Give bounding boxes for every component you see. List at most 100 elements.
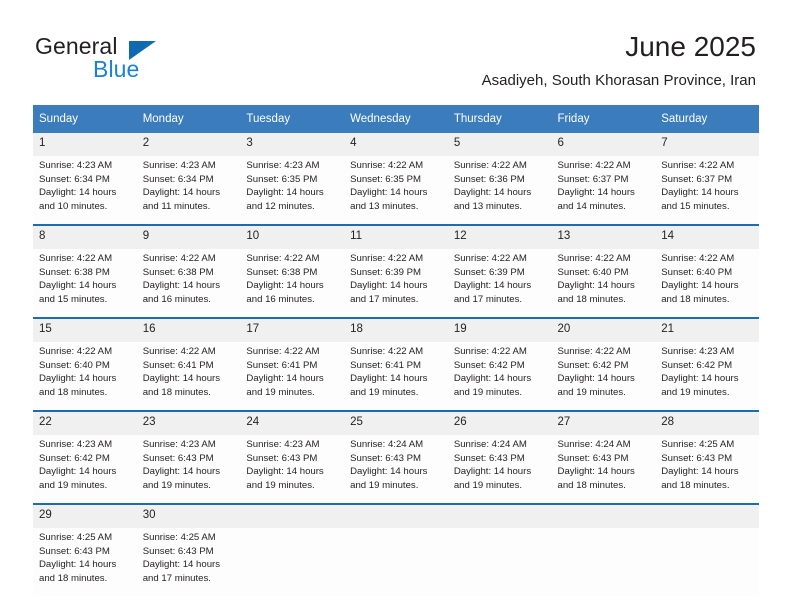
day-cell[interactable]: Sunrise: 4:22 AM Sunset: 6:37 PM Dayligh…: [551, 156, 656, 224]
day-number[interactable]: 22: [33, 412, 137, 435]
day-cell[interactable]: Sunrise: 4:22 AM Sunset: 6:40 PM Dayligh…: [655, 249, 759, 317]
title-block: June 2025 Asadiyeh, South Khorasan Provi…: [482, 30, 756, 90]
day-number[interactable]: 9: [136, 226, 241, 249]
day-number[interactable]: 24: [240, 412, 345, 435]
day-cell[interactable]: Sunrise: 4:22 AM Sunset: 6:41 PM Dayligh…: [136, 342, 241, 410]
day-cell[interactable]: Sunrise: 4:22 AM Sunset: 6:39 PM Dayligh…: [344, 249, 448, 317]
daylight-text-line1: Daylight: 14 hours: [246, 187, 324, 199]
daylight-text-line2: and 10 minutes.: [39, 200, 108, 212]
day-number[interactable]: 14: [655, 226, 759, 249]
daylight-text-line2: and 15 minutes.: [39, 293, 108, 305]
day-cell[interactable]: Sunrise: 4:23 AM Sunset: 6:35 PM Dayligh…: [240, 156, 345, 224]
daylight-text-line1: Daylight: 14 hours: [557, 466, 635, 478]
day-cell[interactable]: Sunrise: 4:22 AM Sunset: 6:37 PM Dayligh…: [655, 156, 759, 224]
daylight-text-line1: Daylight: 14 hours: [39, 466, 117, 478]
sunset-text: Sunset: 6:35 PM: [350, 173, 422, 185]
day-number[interactable]: 11: [344, 226, 448, 249]
day-cell[interactable]: Sunrise: 4:24 AM Sunset: 6:43 PM Dayligh…: [551, 435, 656, 503]
sunset-text: Sunset: 6:43 PM: [453, 452, 525, 464]
day-cell[interactable]: Sunrise: 4:25 AM Sunset: 6:43 PM Dayligh…: [655, 435, 759, 503]
day-number[interactable]: 25: [344, 412, 448, 435]
daylight-text-line2: and 13 minutes.: [453, 200, 523, 212]
daylight-text-line2: and 16 minutes.: [246, 293, 315, 305]
day-number[interactable]: 21: [655, 319, 759, 342]
day-cell[interactable]: Sunrise: 4:22 AM Sunset: 6:39 PM Dayligh…: [447, 249, 552, 317]
week-4-detail-row: Sunrise: 4:23 AM Sunset: 6:42 PM Dayligh…: [33, 435, 759, 503]
sunrise-text: Sunrise: 4:23 AM: [142, 439, 216, 450]
day-cell[interactable]: Sunrise: 4:22 AM Sunset: 6:38 PM Dayligh…: [33, 249, 137, 317]
day-number[interactable]: 2: [136, 133, 241, 156]
daylight-text-line1: Daylight: 14 hours: [246, 373, 324, 385]
day-cell[interactable]: Sunrise: 4:23 AM Sunset: 6:34 PM Dayligh…: [33, 156, 137, 224]
day-cell[interactable]: Sunrise: 4:22 AM Sunset: 6:40 PM Dayligh…: [33, 342, 137, 410]
weekday-header-tuesday: Tuesday: [240, 105, 345, 133]
day-number[interactable]: 18: [344, 319, 448, 342]
day-cell[interactable]: Sunrise: 4:22 AM Sunset: 6:38 PM Dayligh…: [136, 249, 241, 317]
sunset-text: Sunset: 6:37 PM: [557, 173, 629, 185]
day-cell[interactable]: Sunrise: 4:24 AM Sunset: 6:43 PM Dayligh…: [447, 435, 552, 503]
day-cell[interactable]: Sunrise: 4:23 AM Sunset: 6:42 PM Dayligh…: [33, 435, 137, 503]
day-number[interactable]: 28: [655, 412, 759, 435]
sunrise-text: Sunrise: 4:22 AM: [453, 160, 527, 171]
daylight-text-line1: Daylight: 14 hours: [557, 373, 635, 385]
day-number[interactable]: 29: [33, 505, 137, 528]
day-number[interactable]: 16: [136, 319, 241, 342]
day-cell[interactable]: Sunrise: 4:22 AM Sunset: 6:42 PM Dayligh…: [447, 342, 552, 410]
day-number[interactable]: 17: [240, 319, 345, 342]
day-number[interactable]: 7: [655, 133, 759, 156]
day-number[interactable]: 6: [551, 133, 656, 156]
sunrise-text: Sunrise: 4:22 AM: [246, 346, 320, 357]
day-cell[interactable]: Sunrise: 4:23 AM Sunset: 6:42 PM Dayligh…: [655, 342, 759, 410]
day-cell[interactable]: Sunrise: 4:25 AM Sunset: 6:43 PM Dayligh…: [33, 528, 137, 596]
day-cell[interactable]: Sunrise: 4:22 AM Sunset: 6:36 PM Dayligh…: [447, 156, 552, 224]
day-cell[interactable]: Sunrise: 4:22 AM Sunset: 6:40 PM Dayligh…: [551, 249, 656, 317]
day-number[interactable]: 3: [240, 133, 345, 156]
day-number[interactable]: 23: [136, 412, 241, 435]
day-number[interactable]: 5: [447, 133, 552, 156]
daylight-text-line2: and 19 minutes.: [661, 386, 730, 398]
day-number[interactable]: 15: [33, 319, 137, 342]
day-cell[interactable]: Sunrise: 4:22 AM Sunset: 6:41 PM Dayligh…: [240, 342, 345, 410]
sunrise-text: Sunrise: 4:22 AM: [350, 160, 424, 171]
day-cell[interactable]: Sunrise: 4:22 AM Sunset: 6:41 PM Dayligh…: [344, 342, 448, 410]
sunset-text: Sunset: 6:41 PM: [246, 359, 318, 371]
sunset-text: Sunset: 6:36 PM: [453, 173, 525, 185]
day-number[interactable]: 30: [136, 505, 241, 528]
weekday-header-row: Sunday Monday Tuesday Wednesday Thursday…: [33, 105, 759, 133]
day-number[interactable]: 26: [447, 412, 552, 435]
day-number[interactable]: 1: [33, 133, 137, 156]
sunset-text: Sunset: 6:41 PM: [142, 359, 214, 371]
daylight-text-line1: Daylight: 14 hours: [557, 187, 635, 199]
sunrise-text: Sunrise: 4:22 AM: [142, 346, 216, 357]
daylight-text-line1: Daylight: 14 hours: [142, 187, 221, 199]
day-number[interactable]: 4: [344, 133, 448, 156]
general-blue-logo[interactable]: General Blue: [35, 33, 235, 85]
sunrise-text: Sunrise: 4:22 AM: [661, 160, 735, 171]
day-cell-empty: [344, 528, 448, 596]
day-cell[interactable]: Sunrise: 4:22 AM Sunset: 6:35 PM Dayligh…: [344, 156, 448, 224]
day-number[interactable]: 8: [33, 226, 137, 249]
daylight-text-line2: and 19 minutes.: [557, 386, 626, 398]
day-cell[interactable]: Sunrise: 4:23 AM Sunset: 6:43 PM Dayligh…: [240, 435, 345, 503]
day-cell-empty: [551, 528, 656, 596]
day-cell[interactable]: Sunrise: 4:25 AM Sunset: 6:43 PM Dayligh…: [136, 528, 241, 596]
sunset-text: Sunset: 6:34 PM: [39, 173, 110, 185]
day-cell[interactable]: Sunrise: 4:22 AM Sunset: 6:38 PM Dayligh…: [240, 249, 345, 317]
sunrise-text: Sunrise: 4:22 AM: [39, 346, 113, 357]
weekday-header-sunday: Sunday: [33, 105, 137, 133]
week-1-daynumber-row: 1 2 3 4 5 6 7: [33, 133, 759, 156]
day-cell[interactable]: Sunrise: 4:24 AM Sunset: 6:43 PM Dayligh…: [344, 435, 448, 503]
day-number-empty: [240, 505, 345, 528]
day-number[interactable]: 20: [551, 319, 656, 342]
sunset-text: Sunset: 6:37 PM: [661, 173, 733, 185]
day-number[interactable]: 19: [447, 319, 552, 342]
day-number[interactable]: 13: [551, 226, 656, 249]
day-cell[interactable]: Sunrise: 4:23 AM Sunset: 6:34 PM Dayligh…: [136, 156, 241, 224]
day-cell[interactable]: Sunrise: 4:23 AM Sunset: 6:43 PM Dayligh…: [136, 435, 241, 503]
day-cell[interactable]: Sunrise: 4:22 AM Sunset: 6:42 PM Dayligh…: [551, 342, 656, 410]
sunset-text: Sunset: 6:43 PM: [246, 452, 318, 464]
day-number[interactable]: 10: [240, 226, 345, 249]
daylight-text-line1: Daylight: 14 hours: [39, 280, 117, 292]
day-number[interactable]: 12: [447, 226, 552, 249]
day-number[interactable]: 27: [551, 412, 656, 435]
